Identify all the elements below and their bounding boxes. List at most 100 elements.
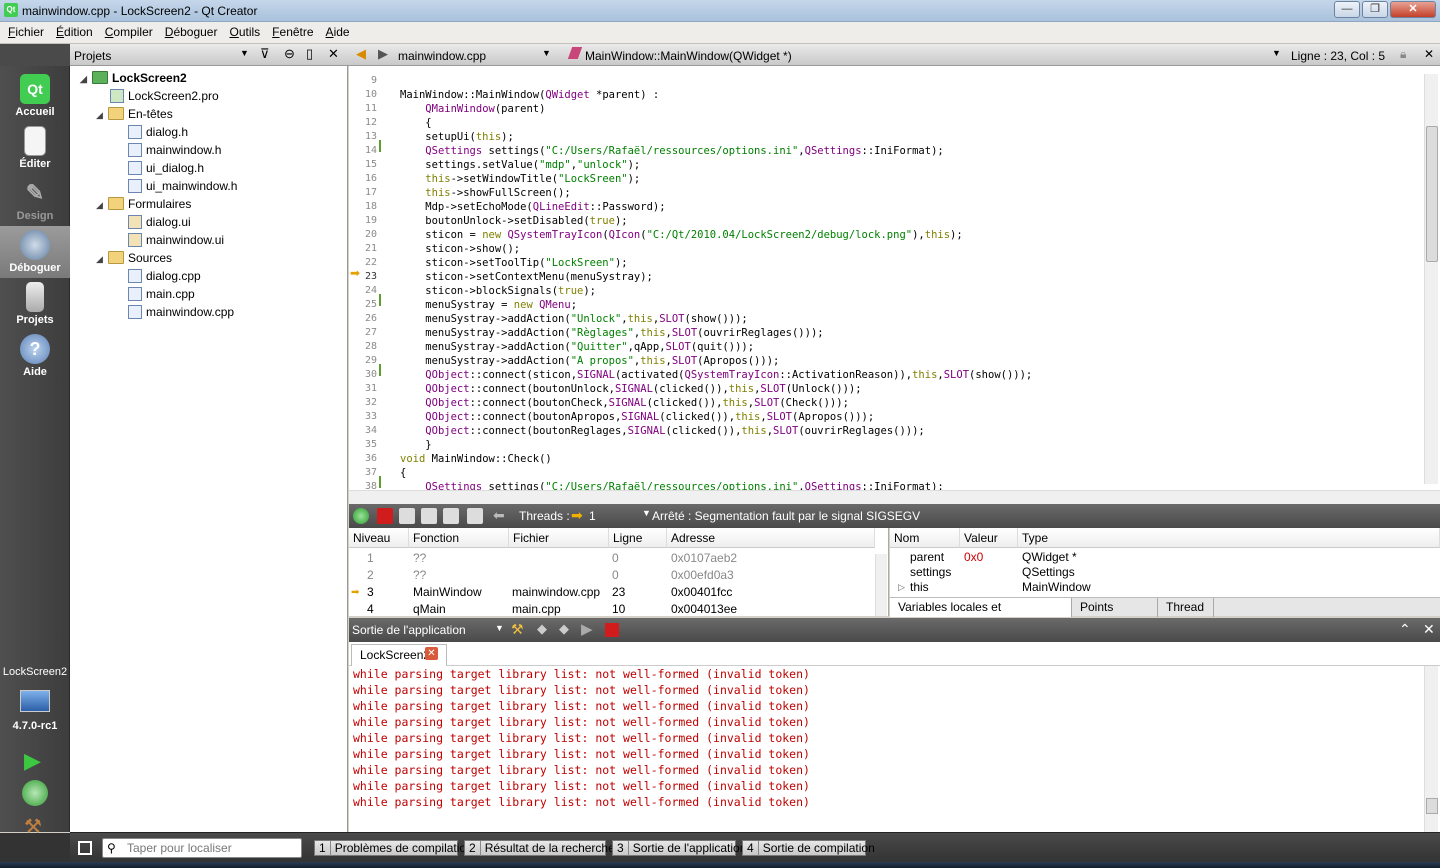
tree-item-pro[interactable]: LockScreen2.pro [110,87,219,105]
editor-horizontal-scrollbar[interactable] [349,490,1440,504]
menu-outils[interactable]: Outils [221,22,260,39]
expand-arrow-icon[interactable]: ◢ [96,106,108,124]
step-into-icon[interactable] [421,508,437,524]
open-file-combo[interactable]: mainwindow.cpp [398,49,486,63]
code-line[interactable]: menuSystray->addAction("Quitter",qApp,SL… [400,340,1032,354]
tab-locals-watchers[interactable]: Variables locales et observateurs [890,598,1072,632]
forward-arrow-icon[interactable]: ▶ [378,46,388,62]
status-tab-app-output[interactable]: 3 Sortie de l'application [612,840,746,856]
code-line[interactable]: QObject::connect(boutonApropos,SIGNAL(cl… [400,410,1032,424]
scrollbar-thumb[interactable] [1426,798,1438,814]
tree-item-file[interactable]: ui_dialog.h [128,159,204,177]
tab-thread[interactable]: Thread [1158,598,1214,617]
step-over-icon[interactable] [399,508,415,524]
instruction-mode-icon[interactable] [467,508,483,524]
code-line[interactable]: Mdp->setEchoMode(QLineEdit::Password); [400,200,1032,214]
output-pane-title[interactable]: Sortie de l'application [352,623,466,637]
code-line[interactable]: sticon = new QSystemTrayIcon(QIcon("C:/Q… [400,228,1032,242]
stack-function[interactable]: ?? [413,550,426,567]
code-line[interactable]: } [400,438,1032,452]
stack-line[interactable]: 0 [612,567,619,584]
reverse-icon[interactable]: ⬅ [493,507,505,524]
local-name[interactable]: this [910,579,929,596]
stack-address[interactable]: 0x00efd0a3 [671,567,734,584]
locator-input[interactable]: ⚲ Taper pour localiser [102,838,302,858]
maximize-pane-icon[interactable]: ⌃ [1399,621,1411,638]
code-line[interactable]: QObject::connect(sticon,SIGNAL(activated… [400,368,1032,382]
stack-file[interactable]: main.cpp [512,601,561,618]
tab-breakpoints[interactable]: Points d'arrêt [1072,598,1158,632]
status-tab-compile-output[interactable]: 4 Sortie de compilation [742,840,875,856]
toggle-sidebar-icon[interactable] [78,841,92,855]
code-line[interactable]: { [400,466,1032,480]
thread-combo[interactable]: 1 [589,509,596,523]
code-line[interactable]: menuSystray->addAction("Règlages",this,S… [400,326,1032,340]
stack-function[interactable]: MainWindow [413,584,482,601]
tree-item-file[interactable]: ui_mainwindow.h [128,177,237,195]
mode-projets[interactable]: Projets [0,278,70,330]
back-arrow-icon[interactable]: ◀ [356,46,366,62]
prev-item-icon[interactable]: ◆ [537,621,547,637]
code-line[interactable] [400,74,1032,88]
menu-compiler[interactable]: Compiler [97,22,153,39]
stop-app-icon[interactable] [605,623,619,637]
mode-design[interactable]: ✎ Design [0,174,70,226]
code-line[interactable]: menuSystray->addAction("A propos",this,S… [400,354,1032,368]
stack-address[interactable]: 0x0107aeb2 [671,550,737,567]
file-combo-arrow-icon[interactable]: ▼ [542,48,551,58]
continue-icon[interactable] [353,508,369,524]
stop-icon[interactable] [377,508,393,524]
code-line[interactable]: { [400,116,1032,130]
run-icon[interactable]: ▶ [24,748,41,774]
stack-level[interactable]: 2 [367,567,374,584]
menu-edition[interactable]: Édition [48,22,93,39]
clear-output-icon[interactable]: ⚒ [511,621,524,638]
code-line[interactable]: sticon->setToolTip("LockSreen"); [400,256,1032,270]
status-tab-search[interactable]: 2 Résultat de la recherche [464,840,615,856]
column-header[interactable]: Niveau [349,528,409,548]
mode-deboguer[interactable]: Déboguer [0,226,70,278]
code-line[interactable]: boutonUnlock->setDisabled(true); [400,214,1032,228]
expand-arrow-icon[interactable]: ◢ [80,70,92,88]
code-line[interactable]: QSettings settings("C:/Users/Rafaël/ress… [400,144,1032,158]
close-pane-icon[interactable]: ✕ [328,46,339,62]
expand-arrow-icon[interactable]: ◢ [96,250,108,268]
code-text[interactable]: MainWindow::MainWindow(QWidget *parent) … [400,74,1032,494]
close-editor-icon[interactable]: ✕ [1424,47,1434,61]
stack-level[interactable]: 3 [367,584,374,601]
expand-arrow-icon[interactable]: ◢ [96,196,108,214]
target-monitor-icon[interactable] [20,690,50,712]
stack-line[interactable]: 23 [612,584,625,601]
output-combo-arrow-icon[interactable]: ▼ [495,623,504,633]
code-line[interactable]: sticon->blockSignals(true); [400,284,1032,298]
close-pane-icon[interactable]: ✕ [1423,621,1435,638]
close-button[interactable]: ✕ [1390,1,1436,18]
pane-dropdown-arrow-icon[interactable]: ▼ [240,48,249,58]
thread-combo-arrow-icon[interactable]: ▼ [642,508,651,518]
stack-line[interactable]: 10 [612,601,625,618]
target-project[interactable]: LockScreen2 [0,666,70,678]
column-header[interactable]: Ligne [609,528,667,548]
stack-level[interactable]: 4 [367,601,374,618]
column-header[interactable]: Fonction [409,528,509,548]
column-header[interactable]: Type [1018,528,1440,548]
tree-item-file[interactable]: dialog.cpp [128,267,201,285]
status-tab-problems[interactable]: 1 Problèmes de compilation [314,840,473,856]
debug-run-icon[interactable] [22,780,48,806]
tree-item-project[interactable]: ◢ LockScreen2 [80,69,187,87]
code-line[interactable]: sticon->setContextMenu(menuSystray); [400,270,1032,284]
code-line[interactable]: sticon->show(); [400,242,1032,256]
code-line[interactable]: QObject::connect(boutonReglages,SIGNAL(c… [400,424,1032,438]
column-header[interactable]: Adresse [667,528,875,548]
code-line[interactable]: menuSystray->addAction("Unlock",this,SLO… [400,312,1032,326]
code-line[interactable]: settings.setValue("mdp","unlock"); [400,158,1032,172]
tree-item-file[interactable]: mainwindow.h [128,141,221,159]
code-line[interactable]: void MainWindow::Check() [400,452,1032,466]
tree-item-forms[interactable]: ◢ Formulaires [96,195,191,213]
stack-address[interactable]: 0x004013ee [671,601,737,618]
stack-file[interactable]: mainwindow.cpp [512,584,600,601]
column-header[interactable]: Nom [890,528,960,548]
stack-function[interactable]: qMain [413,601,446,618]
split-icon[interactable]: ▯ [306,46,313,62]
stack-address[interactable]: 0x00401fcc [671,584,732,601]
